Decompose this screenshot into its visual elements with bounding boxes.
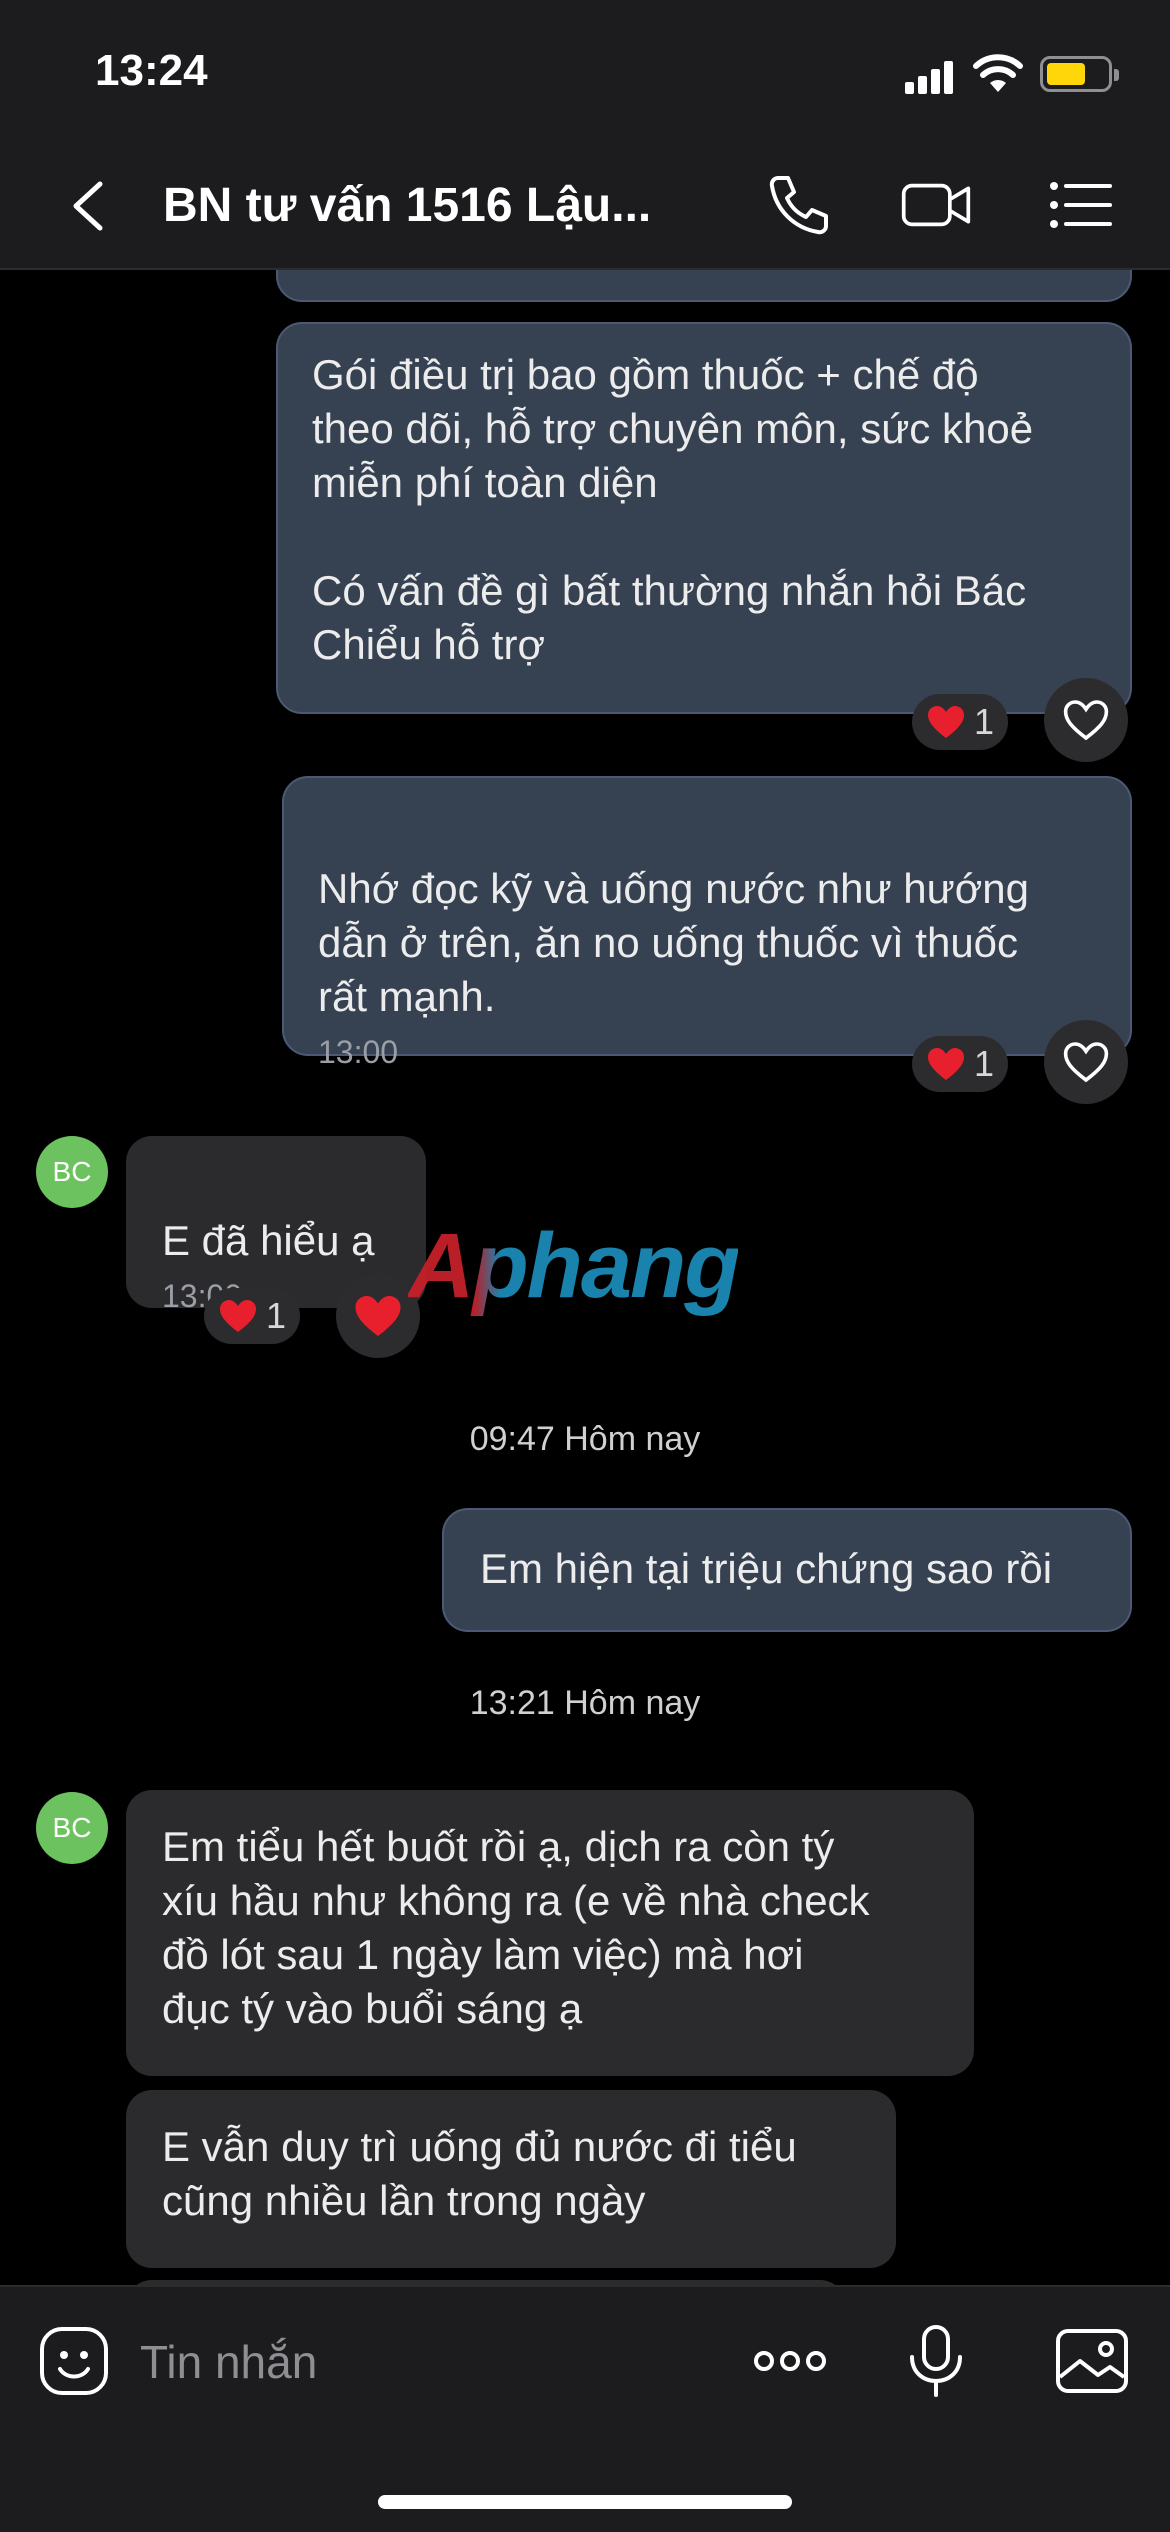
heart-outline-icon — [1063, 700, 1109, 741]
reaction-count-label: 1 — [974, 701, 995, 742]
message-bubble[interactable]: E vẫn duy trì uống đủ nước đi tiểu cũng … — [126, 2090, 896, 2268]
avatar[interactable]: BC — [36, 1792, 108, 1864]
image-gallery-icon[interactable] — [1052, 2321, 1132, 2401]
message-bubble[interactable]: Nhớ đọc kỹ và uống nước như hướng dẫn ở … — [282, 776, 1132, 1070]
microphone-icon[interactable] — [896, 2321, 976, 2401]
reaction-count[interactable]: 1 — [912, 694, 1009, 750]
heart-reaction-icon — [928, 706, 964, 738]
cellular-signal-icon — [905, 60, 955, 94]
date-separator: 09:47 Hôm nay — [469, 1420, 701, 1458]
react-heart-button[interactable] — [1044, 1020, 1128, 1104]
message-text: E đã hiểu ạ — [162, 1217, 375, 1264]
message-input[interactable] — [140, 2327, 700, 2397]
message-text: Nhớ đọc kỹ và uống nước như hướng dẫn ở … — [318, 865, 1030, 1020]
wifi-icon — [973, 54, 1023, 92]
reaction-count-label: 1 — [974, 1043, 995, 1084]
avatar[interactable]: BC — [36, 1136, 108, 1208]
menu-list-icon[interactable] — [1044, 172, 1116, 238]
chat-title[interactable]: BN tư vấn 1516 Lậu... — [163, 178, 683, 233]
back-arrow-icon[interactable] — [60, 176, 120, 236]
heart-reaction-icon — [928, 1048, 964, 1080]
more-options-icon[interactable] — [750, 2321, 830, 2401]
chat-header: BN tư vấn 1516 Lậu... — [0, 140, 1170, 270]
watermark-logo: Aphang — [408, 1215, 740, 1317]
status-bar: 13:24 — [0, 0, 1170, 140]
react-heart-button[interactable] — [1044, 678, 1128, 762]
sticker-emoji-icon[interactable] — [38, 2325, 110, 2397]
message-bubble[interactable]: Gói điều trị bao gồm thuốc + chế độ theo… — [276, 322, 1132, 714]
message-input-bar — [0, 2285, 1170, 2532]
message-bubble[interactable]: Em hiện tại triệu chứng sao rồi — [442, 1508, 1132, 1632]
message-bubble-partial[interactable] — [276, 270, 1132, 302]
reaction-count[interactable]: 1 — [912, 1036, 1009, 1092]
battery-icon — [1040, 56, 1119, 92]
status-time: 13:24 — [95, 46, 208, 95]
chat-messages[interactable]: Gói điều trị bao gồm thuốc + chế độ theo… — [0, 270, 1170, 2285]
reaction-count-label: 1 — [266, 1295, 287, 1336]
date-separator: 13:21 Hôm nay — [469, 1684, 701, 1722]
video-call-icon[interactable] — [900, 172, 972, 238]
home-indicator — [378, 2495, 792, 2509]
message-bubble[interactable]: Em tiểu hết buốt rồi ạ, dịch ra còn tý x… — [126, 1790, 974, 2076]
heart-reaction-icon — [220, 1300, 256, 1332]
heart-outline-icon — [1063, 1042, 1109, 1083]
heart-filled-icon — [355, 1296, 401, 1336]
phone-call-icon[interactable] — [764, 172, 836, 238]
reaction-count[interactable]: 1 — [204, 1288, 301, 1344]
